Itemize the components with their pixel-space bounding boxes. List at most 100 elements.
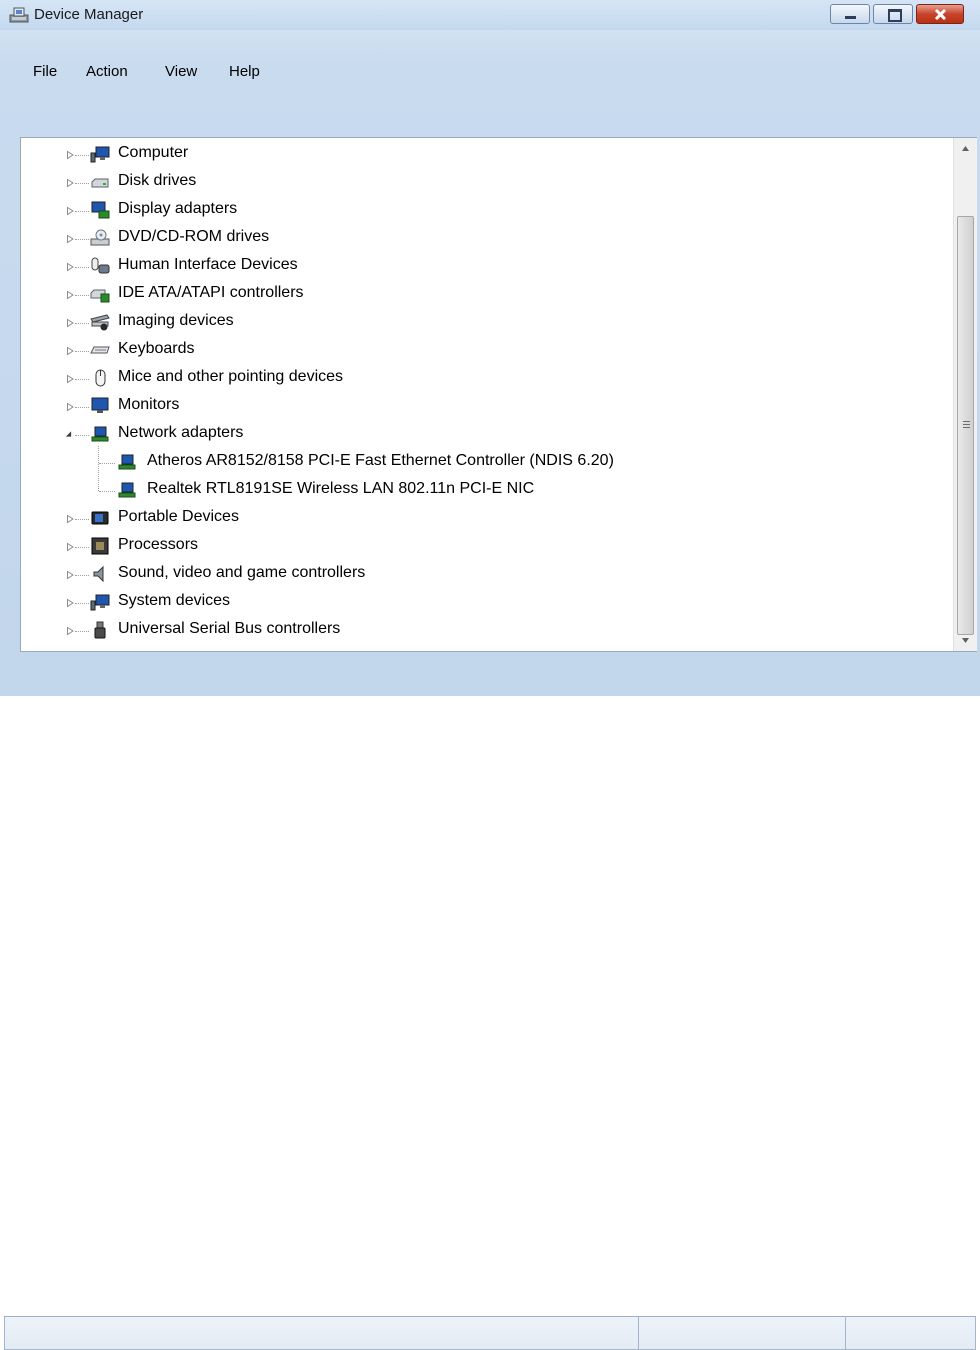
expand-arrow-icon[interactable] <box>67 235 74 243</box>
tree-item-label: Monitors <box>118 396 180 413</box>
tree-item-realtek-adapter[interactable]: Realtek RTL8191SE Wireless LAN 802.11n P… <box>98 479 938 501</box>
speaker-icon <box>93 565 104 583</box>
tree-item-ide-ata-atapi-controllers[interactable]: IDE ATA/ATAPI controllers <box>60 283 940 305</box>
expand-arrow-icon[interactable] <box>67 375 74 383</box>
expand-arrow-icon[interactable] <box>67 263 74 271</box>
portable-device-icon <box>91 511 109 525</box>
tree-item-sound-video-game[interactable]: Sound, video and game controllers <box>60 563 940 585</box>
status-segment <box>845 1316 976 1350</box>
tree-item-network-adapters[interactable]: Network adapters <box>60 423 940 445</box>
tree-connector <box>75 547 89 548</box>
tree-connector <box>75 239 89 240</box>
scroll-down-arrow-icon[interactable] <box>954 632 977 649</box>
tree-item-label: Human Interface Devices <box>118 256 298 273</box>
expand-arrow-icon[interactable] <box>67 627 74 635</box>
tree-item-dvd-cd-rom-drives[interactable]: DVD/CD-ROM drives <box>60 227 940 249</box>
tree-item-usb-controllers[interactable]: Universal Serial Bus controllers <box>60 619 940 641</box>
tree-connector <box>75 519 89 520</box>
minimize-icon <box>831 5 869 23</box>
tree-item-system-devices[interactable]: System devices <box>60 591 940 613</box>
tree-item-imaging-devices[interactable]: Imaging devices <box>60 311 940 333</box>
title-bar[interactable]: Device Manager <box>0 0 980 30</box>
tree-item-processors[interactable]: Processors <box>60 535 940 557</box>
usb-icon <box>94 621 106 639</box>
tree-item-label: Computer <box>118 144 189 161</box>
grip-line <box>963 427 970 428</box>
window-title: Device Manager <box>34 6 144 23</box>
system-device-icon <box>90 594 110 611</box>
vertical-scrollbar[interactable] <box>953 138 977 651</box>
device-manager-app-icon <box>9 7 29 23</box>
close-button[interactable] <box>916 4 964 24</box>
expand-arrow-icon[interactable] <box>67 347 74 355</box>
display-adapter-icon <box>91 201 110 219</box>
expand-arrow-icon[interactable] <box>67 599 74 607</box>
tree-connector <box>75 323 89 324</box>
expand-arrow-icon[interactable] <box>67 571 74 579</box>
tree-connector <box>75 211 89 212</box>
tree-connector <box>75 267 89 268</box>
close-icon <box>917 5 963 23</box>
tree-connector <box>75 435 89 436</box>
menu-view[interactable]: View <box>165 63 197 80</box>
tree-item-label: Sound, video and game controllers <box>118 564 366 581</box>
tree-connector <box>99 463 115 464</box>
tree-item-portable-devices[interactable]: Portable Devices <box>60 507 940 529</box>
grip-line <box>963 424 970 425</box>
scrollbar-thumb[interactable] <box>957 216 974 635</box>
tree-item-mice[interactable]: Mice and other pointing devices <box>60 367 940 389</box>
tree-item-display-adapters[interactable]: Display adapters <box>60 199 940 221</box>
tree-item-monitors[interactable]: Monitors <box>60 395 940 417</box>
tree-item-label: Portable Devices <box>118 508 239 525</box>
expand-arrow-icon[interactable] <box>67 151 74 159</box>
toolbar: ? <box>0 92 980 211</box>
network-adapter-icon <box>118 482 136 498</box>
tree-item-label: System devices <box>118 592 231 609</box>
tree-item-computer[interactable]: Computer <box>60 143 940 165</box>
expand-arrow-icon[interactable] <box>67 179 74 187</box>
status-segment <box>4 1316 639 1350</box>
tree-item-disk-drives[interactable]: Disk drives <box>60 171 940 193</box>
ide-controller-icon <box>90 289 110 303</box>
tree-connector <box>75 407 89 408</box>
tree-item-label: Disk drives <box>118 172 197 189</box>
maximize-button[interactable] <box>873 4 913 24</box>
tree-item-label: DVD/CD-ROM drives <box>118 228 270 245</box>
collapse-arrow-icon[interactable] <box>65 430 72 438</box>
mouse-icon <box>95 369 106 387</box>
tree-item-keyboards[interactable]: Keyboards <box>60 339 940 361</box>
expand-arrow-icon[interactable] <box>67 207 74 215</box>
network-adapter-icon <box>118 454 136 470</box>
tree-item-human-interface-devices[interactable]: Human Interface Devices <box>60 255 940 277</box>
expand-arrow-icon[interactable] <box>67 291 74 299</box>
expand-arrow-icon[interactable] <box>67 515 74 523</box>
hid-icon <box>91 257 110 274</box>
tree-connector <box>99 491 115 492</box>
menu-help[interactable]: Help <box>229 63 260 80</box>
tree-item-label: Realtek RTL8191SE Wireless LAN 802.11n P… <box>147 480 535 497</box>
scroll-up-arrow-icon[interactable] <box>954 140 977 157</box>
tree-connector <box>75 575 89 576</box>
keyboard-icon <box>90 346 110 354</box>
tree-connector <box>75 295 89 296</box>
minimize-button[interactable] <box>830 4 870 24</box>
tree-item-label: Imaging devices <box>118 312 234 329</box>
computer-icon <box>90 146 110 163</box>
expand-arrow-icon[interactable] <box>67 403 74 411</box>
tree-item-label: Atheros AR8152/8158 PCI-E Fast Ethernet … <box>147 452 614 469</box>
menu-action[interactable]: Action <box>86 63 128 80</box>
tree-connector <box>75 351 89 352</box>
tree-connector <box>75 631 89 632</box>
menu-file[interactable]: File <box>33 63 57 80</box>
disk-drive-icon <box>91 178 109 188</box>
device-manager-window: Device Manager File Action View Help ? <box>0 0 980 1350</box>
tree-item-label: Display adapters <box>118 200 238 217</box>
expand-arrow-icon[interactable] <box>67 319 74 327</box>
status-bar <box>0 657 980 1350</box>
grip-line <box>963 421 970 422</box>
tree-item-label: Processors <box>118 536 199 553</box>
expand-arrow-icon[interactable] <box>67 543 74 551</box>
processor-icon <box>91 537 109 555</box>
tree-item-atheros-adapter[interactable]: Atheros AR8152/8158 PCI-E Fast Ethernet … <box>98 451 938 473</box>
tree-connector <box>75 603 89 604</box>
